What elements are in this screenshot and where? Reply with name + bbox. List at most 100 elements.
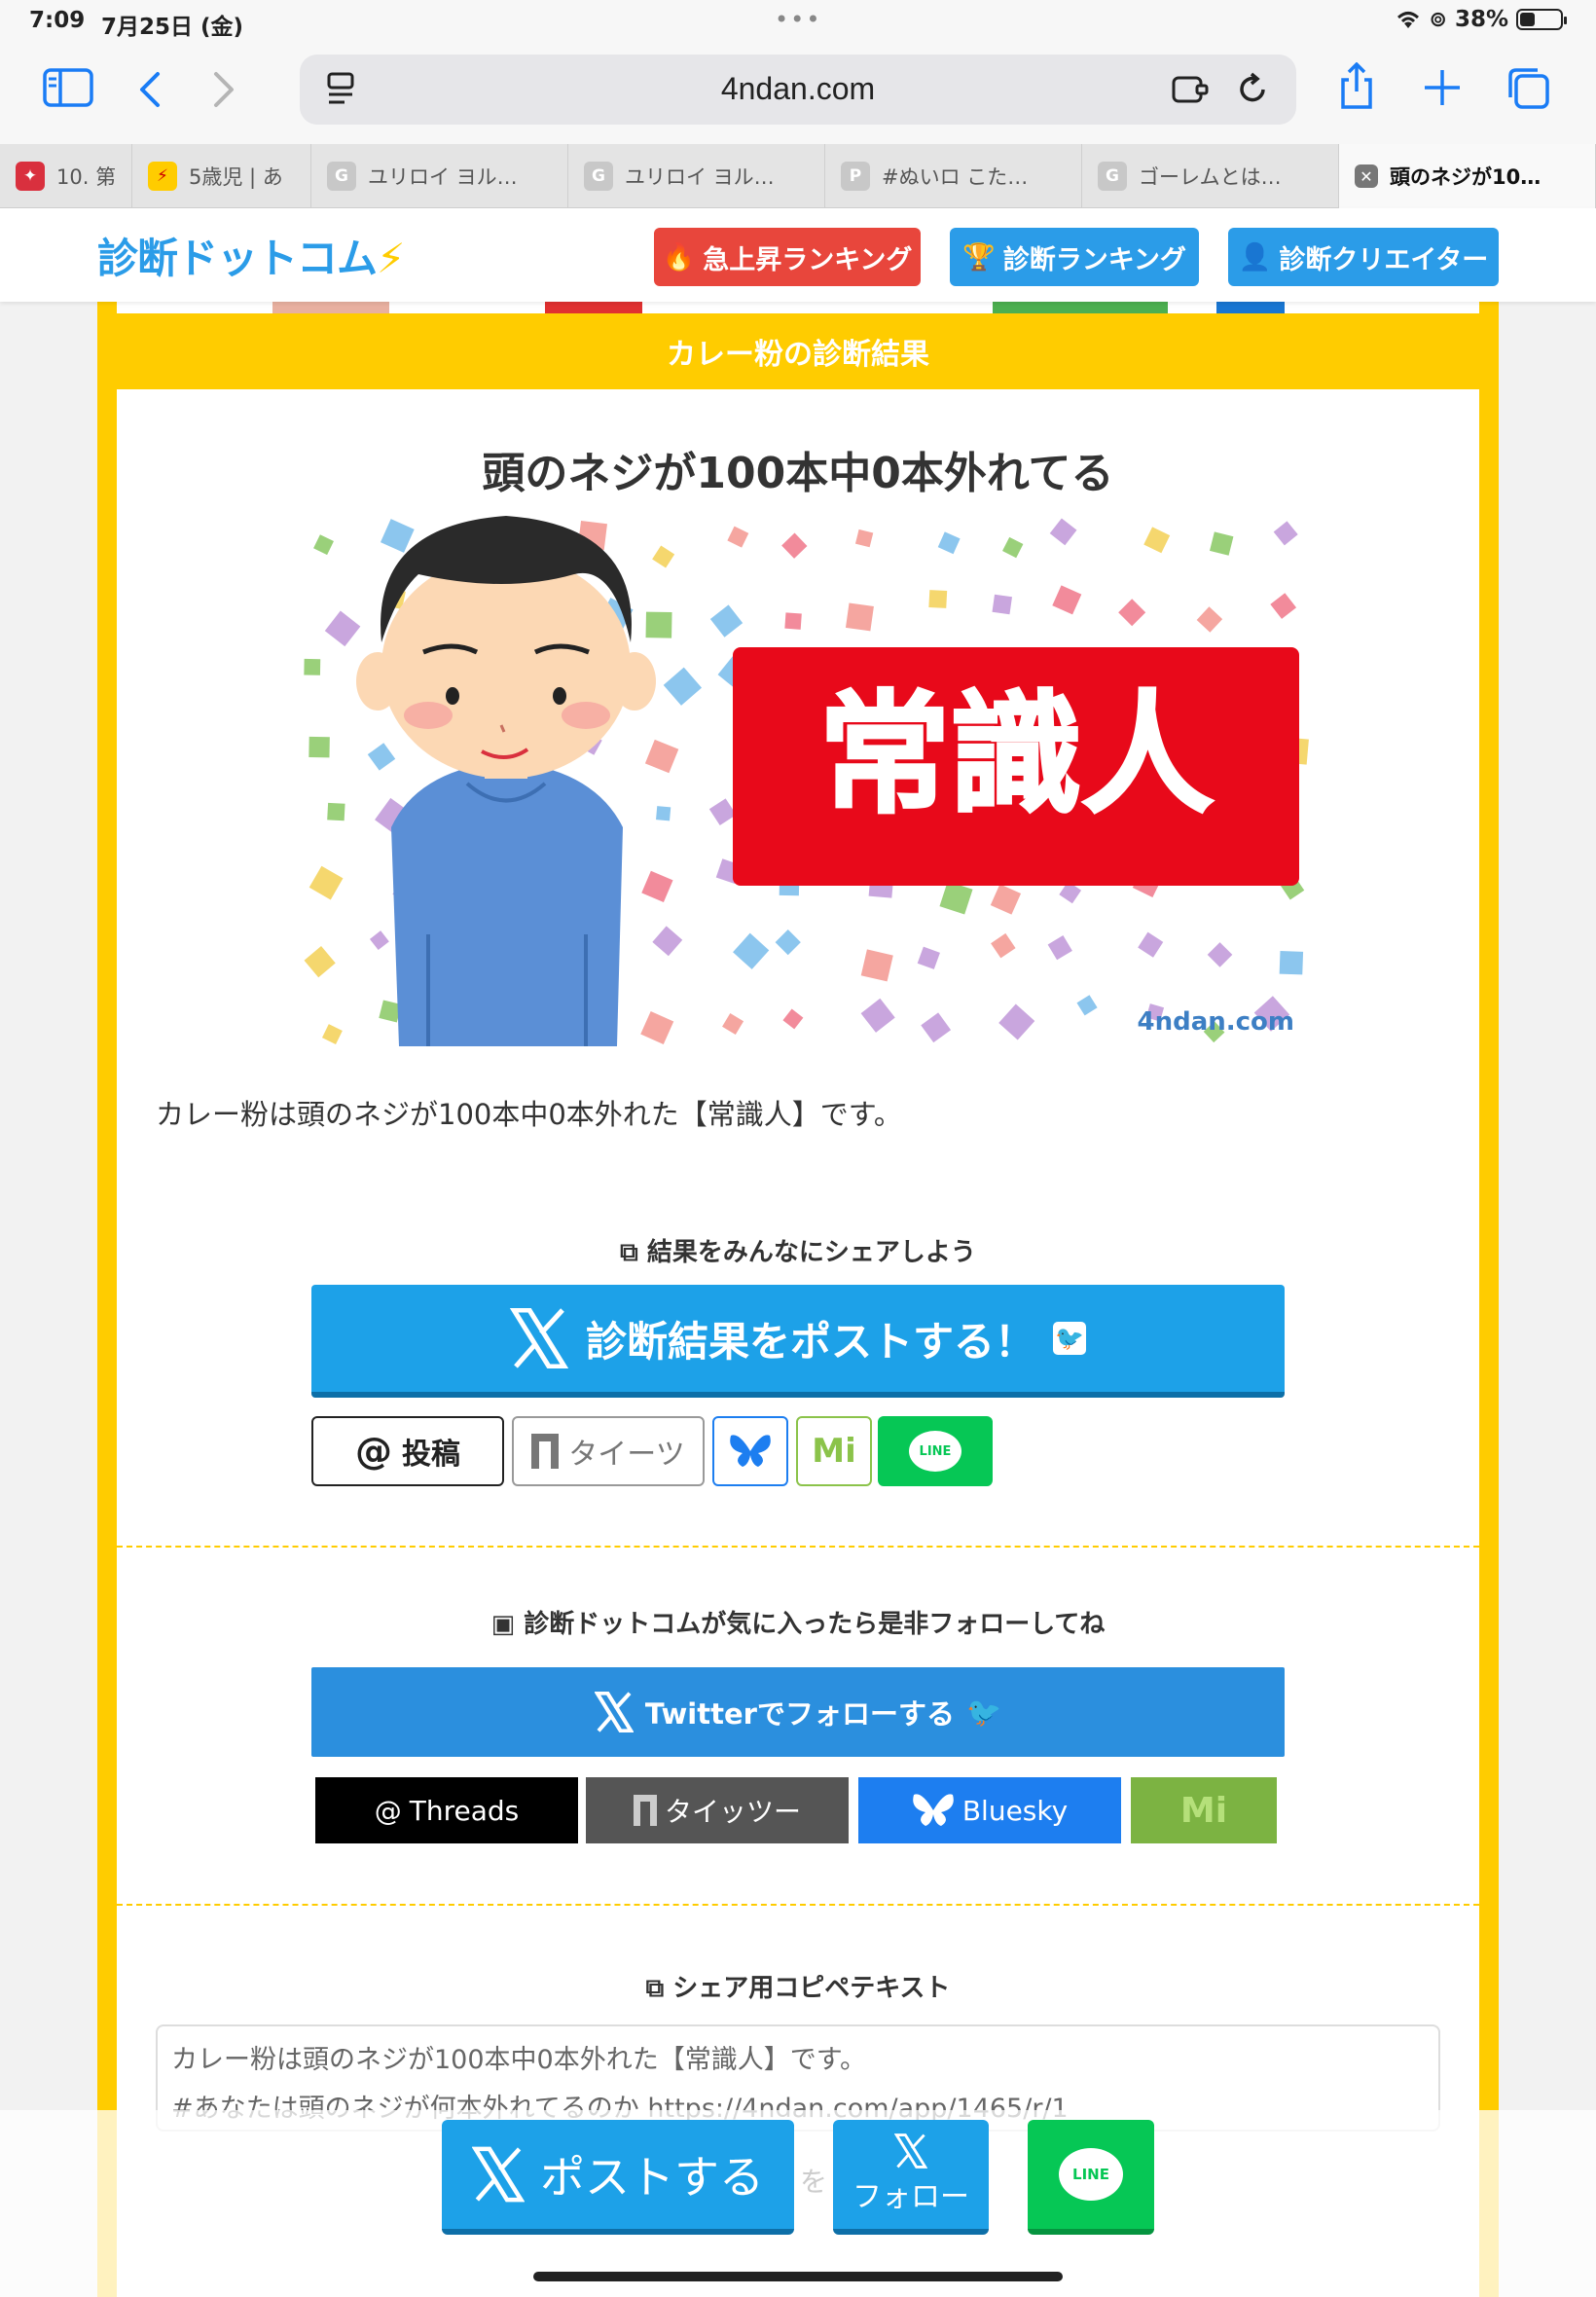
confetti-piece xyxy=(709,604,744,638)
line-icon: LINE xyxy=(1059,2148,1123,2201)
bluesky-follow-button[interactable]: Bluesky xyxy=(858,1777,1121,1843)
threads-follow-button[interactable]: @ Threads xyxy=(315,1777,578,1843)
twitter-bird-icon: 🐦 xyxy=(965,1695,1002,1729)
google-favicon-icon: G xyxy=(1098,162,1127,191)
forward-icon[interactable] xyxy=(212,70,237,109)
threads-follow-label: Threads xyxy=(409,1794,520,1827)
confetti-piece xyxy=(998,1003,1035,1040)
post-result-button[interactable]: 診断結果をポストする！ 🐦 xyxy=(311,1285,1285,1398)
taittsu-post-button[interactable]: タイーツ xyxy=(512,1416,705,1486)
line-share-button[interactable]: LINE xyxy=(878,1416,993,1486)
tab-title: #ぬいロ こた… xyxy=(882,165,1029,189)
confetti-piece xyxy=(663,667,703,706)
tab-6[interactable]: G ゴーレムとは… xyxy=(1082,144,1339,208)
tab-title: 10. 第 xyxy=(56,165,117,189)
confetti-piece xyxy=(708,798,737,826)
bluesky-share-button[interactable] xyxy=(712,1416,788,1486)
back-icon[interactable] xyxy=(136,70,162,109)
section-divider xyxy=(117,1546,1479,1548)
confetti-piece xyxy=(645,611,672,638)
nav-trending-ranking[interactable]: 🔥 急上昇ランキング xyxy=(654,228,921,286)
confetti-piece xyxy=(1270,593,1297,619)
nav-creators[interactable]: 👤 診断クリエイター xyxy=(1228,228,1499,286)
post-button-label: 診断結果をポストする！ xyxy=(585,1317,1035,1366)
confetti-piece xyxy=(644,739,679,774)
close-icon[interactable]: ✕ xyxy=(1355,164,1378,188)
result-card: 頭のネジが100本中0本外れてる 常識人 4ndan.com カレー粉は頭のネジ… xyxy=(117,389,1479,2297)
copy-label-text: シェア用コピペテキスト xyxy=(672,1974,951,2003)
twitter-square-icon: ▣ xyxy=(490,1610,516,1639)
follow-section-label: ▣ 診断ドットコムが気に入ったら是非フォローしてね xyxy=(117,1604,1479,1640)
image-watermark: 4ndan.com xyxy=(1137,1007,1294,1037)
wifi-icon xyxy=(1396,12,1419,28)
floating-follow-button[interactable]: フォロー xyxy=(833,2120,989,2235)
line-icon: LINE xyxy=(909,1431,961,1472)
share-icon[interactable] xyxy=(1337,62,1376,111)
confetti-piece xyxy=(860,949,893,982)
tab-2[interactable]: ⚡ 5歳児 | あ xyxy=(132,144,311,208)
bookmark-icon: ✦ xyxy=(16,162,45,191)
share-icon: ⧉ xyxy=(620,1238,638,1267)
flame-icon: 🔥 xyxy=(662,242,696,273)
confetti-piece xyxy=(917,946,940,969)
butterfly-icon xyxy=(730,1435,771,1467)
threads-post-button[interactable]: @ 投稿 xyxy=(311,1416,504,1486)
misskey-follow-button[interactable]: Mi xyxy=(1131,1777,1277,1843)
misskey-icon: Mi xyxy=(1179,1790,1228,1831)
sidebar-toggle-icon[interactable] xyxy=(43,68,93,107)
misskey-share-button[interactable]: Mi xyxy=(796,1416,872,1486)
tab-3[interactable]: G ユリロイ ヨル… xyxy=(311,144,568,208)
x-logo-icon xyxy=(594,1692,634,1732)
floating-follow-label: フォロー xyxy=(852,2180,969,2214)
tab-4[interactable]: G ユリロイ ヨル… xyxy=(568,144,825,208)
twitter-follow-button[interactable]: Twitterでフォローする 🐦 xyxy=(311,1667,1285,1757)
floating-post-button[interactable]: ポストする xyxy=(442,2120,794,2235)
status-bar: 7:09 7月25日 (金) ••• ⊚ 38% xyxy=(0,0,1596,47)
confetti-piece xyxy=(304,945,336,978)
copy-line-1: カレー粉は頭のネジが100本中0本外れた【常識人】です。 xyxy=(171,2045,867,2075)
floating-line-button[interactable]: LINE xyxy=(1028,2120,1154,2235)
multitasking-dots-icon[interactable]: ••• xyxy=(775,6,821,33)
confetti-piece xyxy=(937,531,961,555)
battery-percent: 38% xyxy=(1454,7,1508,32)
tab-title: ユリロイ ヨル… xyxy=(368,165,518,189)
nav-label: 診断ランキング xyxy=(1002,244,1186,275)
tab-overview-icon[interactable] xyxy=(1506,66,1551,111)
reload-icon[interactable] xyxy=(1236,72,1269,107)
x-logo-icon xyxy=(472,2146,525,2203)
tab-1[interactable]: ✦ 10. 第 xyxy=(0,144,132,208)
share-section-label: ⧉ 結果をみんなにシェアしよう xyxy=(117,1232,1479,1268)
url-text: 4ndan.com xyxy=(720,71,876,106)
orientation-lock-icon: ⊚ xyxy=(1429,7,1447,32)
nav-diagnosis-ranking[interactable]: 🏆 診断ランキング xyxy=(950,228,1199,286)
site-header: 診断ドットコム⚡ 🔥 急上昇ランキング 🏆 診断ランキング 👤 診断クリエイター xyxy=(0,208,1596,302)
confetti-piece xyxy=(784,612,802,630)
new-tab-icon[interactable] xyxy=(1423,68,1462,107)
taittsu-follow-label: タイッツー xyxy=(664,1796,801,1828)
site-logo[interactable]: 診断ドットコム⚡ xyxy=(97,226,405,285)
confetti-piece xyxy=(854,529,874,548)
tab-5[interactable]: P #ぬいロ こた… xyxy=(825,144,1082,208)
confetti-piece xyxy=(652,926,683,957)
google-favicon-icon: G xyxy=(327,162,356,191)
tab-active[interactable]: ✕ 頭のネジが10… xyxy=(1339,144,1596,208)
confetti-piece xyxy=(775,930,801,956)
bolt-icon: ⚡ xyxy=(377,235,405,282)
status-date: 7月25日 (金) xyxy=(101,15,244,40)
confetti-piece xyxy=(939,881,973,915)
result-heading: カレー粉の診断結果 xyxy=(667,338,929,372)
confetti-piece xyxy=(727,526,749,548)
confetti-piece xyxy=(308,736,330,758)
taittsu-follow-button[interactable]: タイッツー xyxy=(586,1777,849,1843)
tab-bar: ✦ 10. 第 ⚡ 5歳児 | あ G ユリロイ ヨル… G ユリロイ ヨル… … xyxy=(0,144,1596,208)
extensions-icon[interactable] xyxy=(1172,74,1211,105)
nav-label: 診断クリエイター xyxy=(1279,244,1489,275)
address-bar[interactable]: 4ndan.com xyxy=(300,55,1296,125)
trophy-icon: 🏆 xyxy=(962,242,996,273)
logo-text: 診断ドットコム xyxy=(97,235,378,282)
twitter-follow-label: Twitterでフォローする xyxy=(644,1697,955,1731)
home-indicator[interactable] xyxy=(533,2272,1063,2281)
confetti-piece xyxy=(1076,995,1098,1016)
bolt-icon: ⚡ xyxy=(148,162,177,191)
person-illustration xyxy=(356,516,656,1046)
